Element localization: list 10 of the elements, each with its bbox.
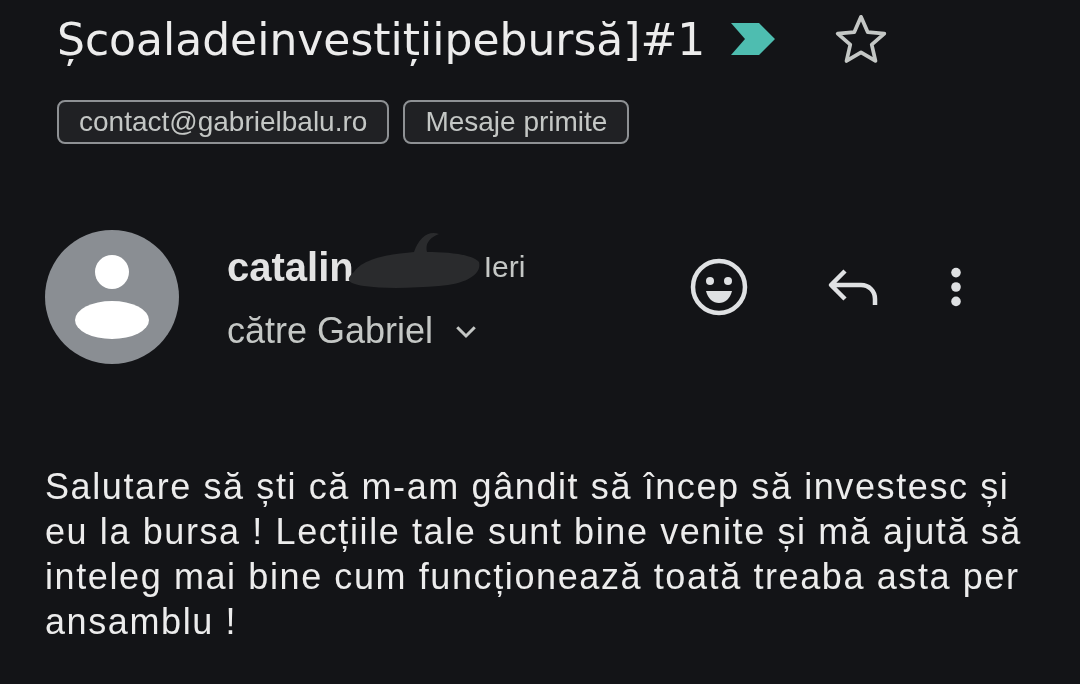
timestamp: Ieri <box>483 250 526 284</box>
importance-marker-icon[interactable] <box>729 21 778 57</box>
email-subject: Școaladeinvestițiipebursă]#1 <box>57 13 706 65</box>
label-chip[interactable]: contact@gabrielbalu.ro <box>57 100 390 144</box>
avatar-icon <box>45 230 179 364</box>
emoji-icon[interactable] <box>689 257 749 317</box>
recipient-text: către Gabriel <box>227 310 434 352</box>
label-chip[interactable]: Mesaje primite <box>403 100 630 144</box>
message-body: Salutare să ști că m-am gândit să încep să investesc și eu la bursa ! Lecțiile tale sunt bine venite și mă ajută să inteleg mai bine cum funcționează toată treaba asta per ansamblu ! <box>45 465 1023 644</box>
sender-name: catalin <box>227 244 354 290</box>
